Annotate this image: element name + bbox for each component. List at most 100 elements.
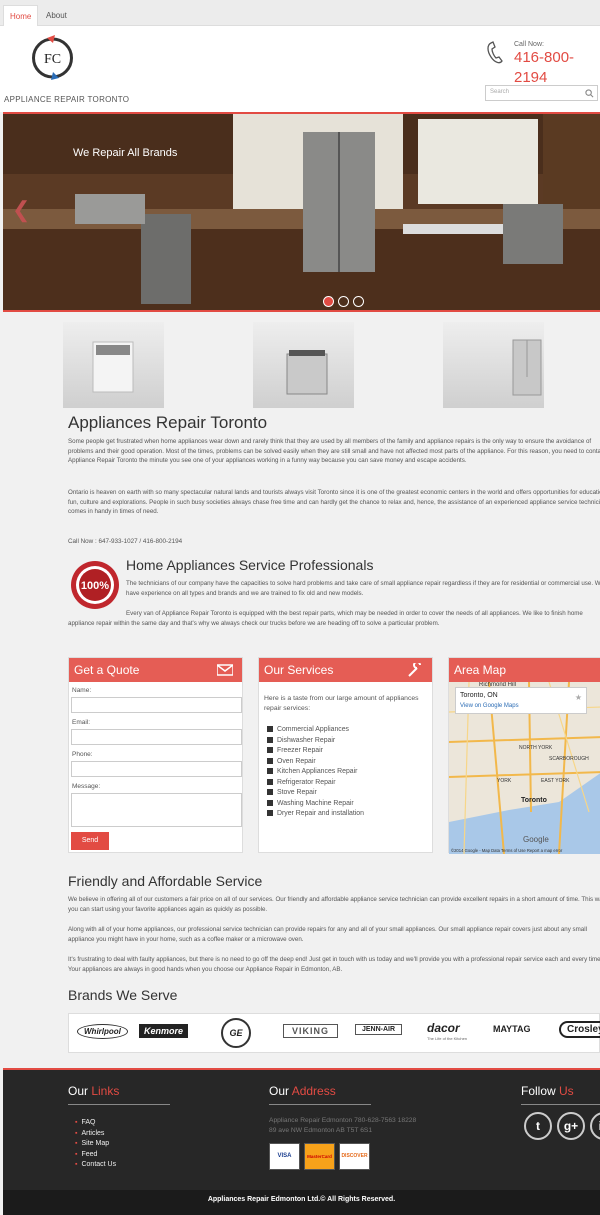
slider-dot-2[interactable] <box>338 296 349 307</box>
services-intro: Here is a taste from our large amount of… <box>264 695 419 712</box>
footer-follow-title: Follow Us <box>521 1084 574 1098</box>
brand-kenmore[interactable]: Kenmore <box>139 1024 189 1038</box>
slider-dots <box>323 294 368 310</box>
name-field[interactable] <box>71 697 242 713</box>
refrigerator-image <box>443 322 544 408</box>
email-label: Email: <box>72 719 91 726</box>
google-plus-icon[interactable]: g+ <box>557 1112 585 1140</box>
footer-divider <box>521 1104 600 1105</box>
service-item[interactable]: Stove Repair <box>267 788 364 799</box>
tab-about[interactable]: About <box>40 5 73 26</box>
search-icon[interactable] <box>585 89 594 98</box>
quote-header: Get a Quote <box>69 658 242 682</box>
copyright: Appliances Repair Edmonton Ltd.© All Rig… <box>3 1190 600 1215</box>
footer-link-articles[interactable]: Articles <box>75 1129 116 1140</box>
send-button[interactable]: Send <box>71 832 109 850</box>
quote-panel: Get a Quote Name: Email: Phone: Message:… <box>68 657 243 853</box>
brand-viking[interactable]: VIKING <box>283 1024 339 1038</box>
service-item[interactable]: Washing Machine Repair <box>267 799 364 810</box>
footer-address: Appliance Repair Edmonton 780-628-7563 1… <box>269 1117 417 1134</box>
map-title: Area Map <box>454 663 507 677</box>
dacor-tagline: The Life of the Kitchen <box>427 1036 468 1041</box>
slider-dot-1[interactable] <box>323 296 334 307</box>
professionals-paragraph-2: Every van of Appliance Repair Toronto is… <box>68 610 583 627</box>
linkedin-icon[interactable]: in <box>590 1112 600 1140</box>
footer-link-contact[interactable]: Contact Us <box>75 1160 116 1171</box>
page-title: Appliances Repair Toronto <box>68 413 268 432</box>
site-header: FC APPLIANCE REPAIR TORONTO Call Now: 41… <box>0 26 600 112</box>
envelope-icon <box>217 664 233 676</box>
svg-text:SCARBOROUGH: SCARBOROUGH <box>549 756 589 762</box>
friendly-paragraph-3: It's frustrating to deal with faulty app… <box>68 956 600 973</box>
call-number[interactable]: 416-800-2194 <box>514 48 594 88</box>
service-item[interactable]: Freezer Repair <box>267 746 364 757</box>
service-item[interactable]: Dishwasher Repair <box>267 736 364 747</box>
footer-link-sitemap[interactable]: Site Map <box>75 1139 116 1150</box>
brand-whirlpool[interactable]: Whirlpool <box>77 1024 128 1039</box>
visa-card-icon: VISA <box>269 1143 300 1170</box>
mastercard-icon: MasterCard <box>304 1143 335 1170</box>
brand-jenn-air[interactable]: JENN-AIR <box>355 1024 403 1035</box>
hero-slider: We Repair All Brands ❮ <box>3 112 600 312</box>
kitchen-photo <box>3 114 600 310</box>
brands-strip: Whirlpool Kenmore GE VIKING JENN-AIR dac… <box>68 1013 600 1053</box>
top-nav: Home About <box>0 0 600 26</box>
email-field[interactable] <box>71 729 242 745</box>
call-now-text: Call Now : 647-933-1027 / 416-800-2194 <box>68 538 183 545</box>
map-info-box: Toronto, ON View on Google Maps ★ <box>455 687 587 714</box>
professionals-paragraph-1: The technicians of our company have the … <box>126 580 600 597</box>
service-item[interactable]: Kitchen Appliances Repair <box>267 767 364 778</box>
phone-field[interactable] <box>71 761 242 777</box>
friendly-paragraph-1: We believe in offering all of our custom… <box>68 896 600 913</box>
search-input[interactable]: Search <box>485 85 598 101</box>
tab-home[interactable]: Home <box>3 5 39 26</box>
intro-paragraph-2: Ontario is heaven on earth with so many … <box>68 489 600 515</box>
guarantee-badge-icon: 100% <box>71 561 119 609</box>
footer-divider <box>68 1104 170 1105</box>
svg-text:NORTH YORK: NORTH YORK <box>519 745 553 751</box>
friendly-paragraph-2: Along with all of your home appliances, … <box>68 926 587 943</box>
brand-dacor[interactable]: dacor <box>427 1021 460 1035</box>
services-list: Commercial Appliances Dishwasher Repair … <box>267 725 364 820</box>
services-panel: Our Services Here is a taste from our la… <box>258 657 433 853</box>
brand-ge[interactable]: GE <box>221 1018 251 1048</box>
footer-links: FAQ Articles Site Map Feed Contact Us <box>75 1118 116 1171</box>
section-title-brands: Brands We Serve <box>68 987 178 1003</box>
map-panel: Area Map Richmond Hill NORTH YORK SCARBO… <box>448 657 600 854</box>
svg-text:YORK: YORK <box>497 778 512 784</box>
message-field[interactable] <box>71 793 242 827</box>
message-label: Message: <box>72 783 101 790</box>
site-footer: Our Links FAQ Articles Site Map Feed Con… <box>3 1068 600 1190</box>
brand-name: APPLIANCE REPAIR TORONTO <box>4 95 130 104</box>
slider-dot-3[interactable] <box>353 296 364 307</box>
map-place: Toronto, ON <box>460 692 498 699</box>
brand-maytag[interactable]: MAYTAG <box>493 1024 531 1034</box>
services-title: Our Services <box>264 663 334 677</box>
twitter-icon[interactable]: t <box>524 1112 552 1140</box>
slider-prev-arrow-icon[interactable]: ❮ <box>12 197 30 223</box>
footer-link-feed[interactable]: Feed <box>75 1150 116 1161</box>
service-item[interactable]: Commercial Appliances <box>267 725 364 736</box>
svg-text:100%: 100% <box>81 580 109 592</box>
star-icon[interactable]: ★ <box>575 693 582 702</box>
service-item[interactable]: Dryer Repair and installation <box>267 809 364 820</box>
brand-crosley[interactable]: Crosley <box>559 1021 600 1038</box>
service-item[interactable]: Refrigerator Repair <box>267 778 364 789</box>
phone-icon <box>487 41 503 64</box>
footer-divider <box>269 1104 371 1105</box>
intro-paragraph-1: Some people get frustrated when home app… <box>68 438 600 464</box>
section-title-professionals: Home Appliances Service Professionals <box>126 557 374 573</box>
fc-logo[interactable]: FC <box>29 34 76 81</box>
footer-link-faq[interactable]: FAQ <box>75 1118 116 1129</box>
svg-text:EAST YORK: EAST YORK <box>541 778 570 784</box>
footer-links-title: Our Links <box>68 1084 120 1098</box>
svg-text:©2014 Google - Map Data Term: ©2014 Google - Map Data Terms of Use Rep… <box>451 848 563 853</box>
phone-label: Phone: <box>72 751 93 758</box>
services-header: Our Services <box>259 658 432 682</box>
service-item[interactable]: Oven Repair <box>267 757 364 768</box>
map-link[interactable]: View on Google Maps <box>460 703 519 709</box>
dishwasher-image <box>63 322 164 408</box>
area-map[interactable]: Richmond Hill NORTH YORK SCARBOROUGH YOR… <box>449 682 600 854</box>
name-label: Name: <box>72 687 92 694</box>
call-label: Call Now: <box>514 41 544 48</box>
